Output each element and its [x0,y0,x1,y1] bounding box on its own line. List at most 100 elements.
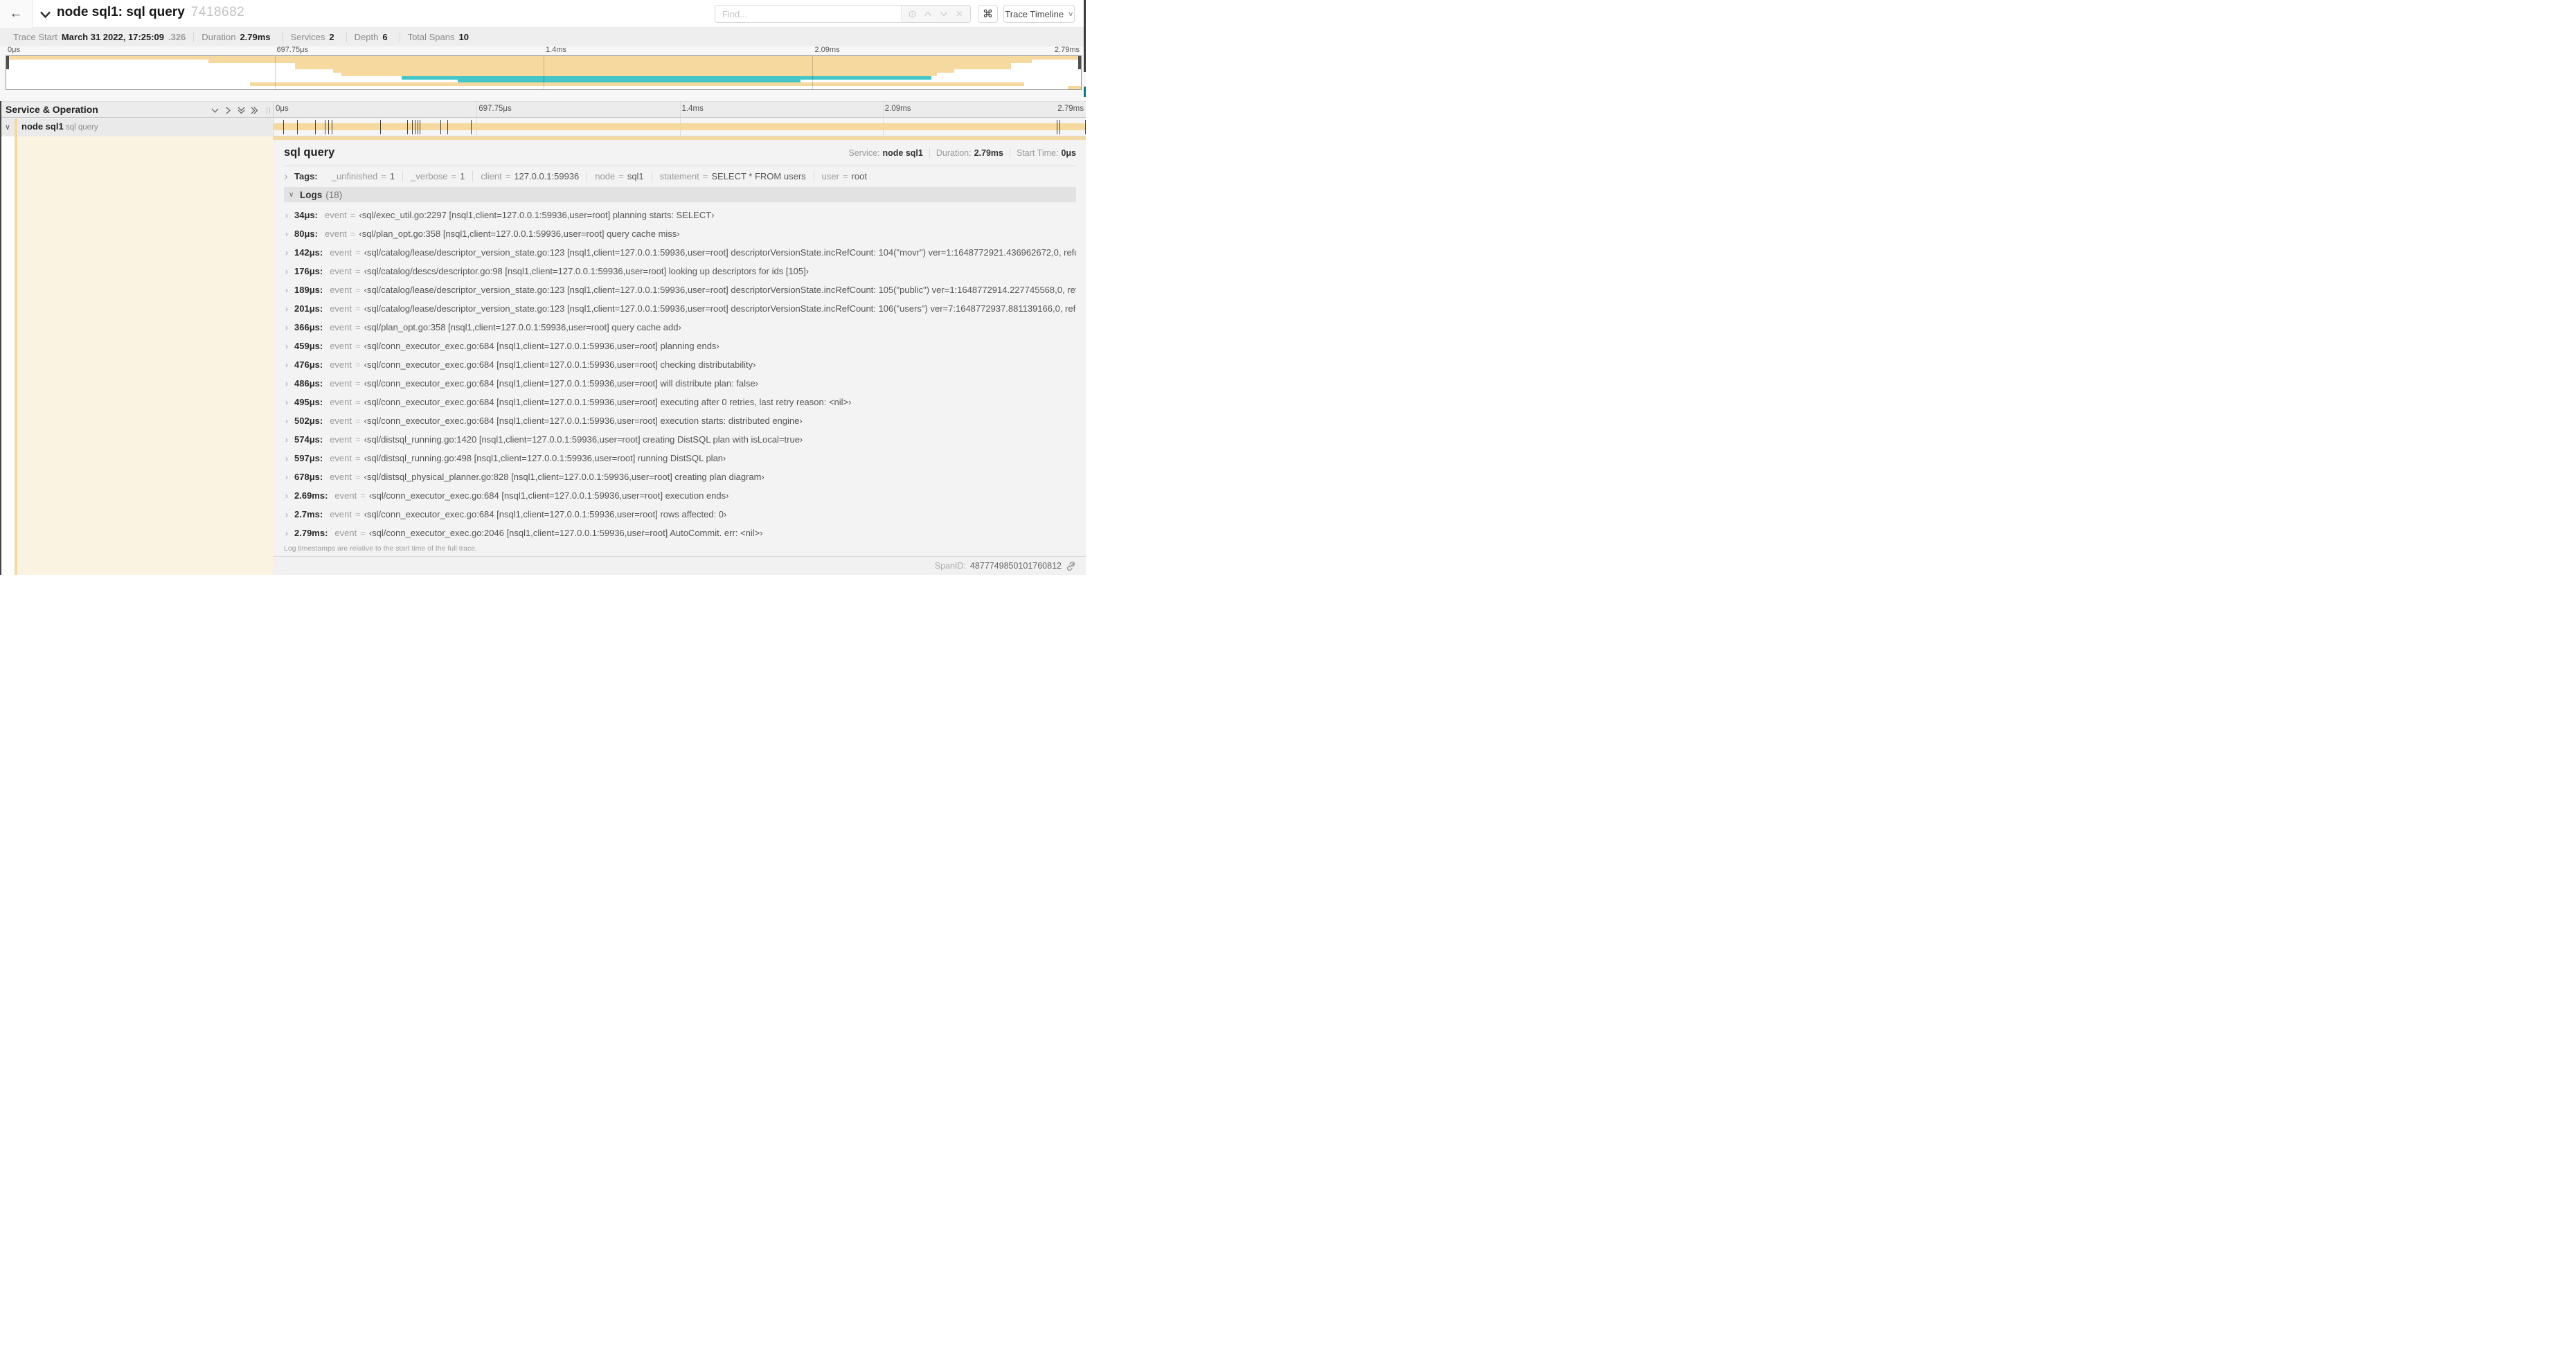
log-field-value: ‹sql/distsql_running.go:498 [nsql1,clien… [364,453,726,463]
log-field-value: ‹sql/plan_opt.go:358 [nsql1,client=127.0… [364,322,681,332]
log-tick [406,120,408,134]
find-input[interactable] [715,6,901,22]
log-entry-row[interactable]: › 574μs: event = ‹sql/distsql_running.go… [284,430,1076,449]
chevron-down-icon[interactable]: ∨ [5,123,10,132]
chevron-right-icon: › [285,490,288,501]
chevron-right-icon: › [285,434,288,445]
trace-collapse-chevron[interactable] [39,10,51,22]
equals-sign: = [350,229,356,239]
tag-key: statement [659,171,699,181]
log-field-key: event [330,416,352,426]
chevron-down-icon [40,11,51,19]
chevron-right-icon: › [285,472,288,482]
log-timestamp: 476μs: [294,359,323,370]
logs-accordion-header[interactable]: ∨ Logs (18) [284,187,1076,202]
log-entry-row[interactable]: › 2.7ms: event = ‹sql/conn_executor_exec… [284,505,1076,524]
tag-item: statement = SELECT * FROM users [651,171,814,181]
minimap-left-scrubber-handle[interactable] [6,56,9,69]
expand-one-button[interactable] [223,105,233,115]
chevron-right-icon: › [285,397,288,407]
service-value: node sql1 [882,148,923,158]
log-entry-row[interactable]: › 459μs: event = ‹sql/conn_executor_exec… [284,337,1076,355]
tag-item: _verbose = 1 [402,171,472,181]
span-overview-info: Service: node sql1 Duration: 2.79ms Start … [848,148,1076,158]
expand-all-button[interactable] [249,105,259,115]
deep-link-icon[interactable] [1066,561,1076,571]
log-entry-row[interactable]: › 176μs: event = ‹sql/catalog/descs/desc… [284,262,1076,280]
log-field-key: event [330,247,352,258]
trace-meta-item: Duration 2.79ms [194,32,283,42]
log-entry-row[interactable]: › 34μs: event = ‹sql/exec_util.go:2297 [… [284,206,1076,224]
equals-sign: = [355,509,361,519]
find-next-icon[interactable] [939,9,949,19]
view-selector-button[interactable]: Trace Timeline ∨ [1003,5,1075,23]
equals-sign: = [355,247,361,258]
collapse-all-button[interactable] [236,105,246,115]
log-entry-row[interactable]: › 366μs: event = ‹sql/plan_opt.go:358 [n… [284,318,1076,337]
log-timestamp: 2.69ms: [294,490,328,501]
equals-sign: = [702,171,708,181]
start-time-value: 0μs [1061,148,1076,158]
span-row-label-cell[interactable]: ∨ node sql1 sql query [0,118,273,136]
chevron-right-icon: › [285,416,288,426]
span-row-timeline-cell[interactable] [273,118,1086,136]
tags-accordion[interactable]: › Tags: _unfinished = 1 _verbose = 1 client =… [284,166,1076,186]
log-timestamp: 2.7ms: [294,509,323,519]
collapse-one-button[interactable] [210,105,220,115]
tags-label: Tags: [294,171,318,181]
log-entry-row[interactable]: › 476μs: event = ‹sql/conn_executor_exec… [284,355,1076,374]
back-button[interactable]: ← [0,0,33,28]
equals-sign: = [355,359,361,370]
ruler-tick-label: 2.09ms [884,105,911,113]
log-entry-row[interactable]: › 495μs: event = ‹sql/conn_executor_exec… [284,393,1076,411]
log-entry-row[interactable]: › 80μs: event = ‹sql/plan_opt.go:358 [ns… [284,224,1076,243]
minimap-gridlines [6,56,1081,89]
log-entry-row[interactable]: › 189μs: event = ‹sql/catalog/lease/desc… [284,280,1076,299]
log-field-key: event [330,303,352,314]
log-entry-row[interactable]: › 678μs: event = ‹sql/distsql_physical_p… [284,467,1076,486]
log-field-value: ‹sql/conn_executor_exec.go:684 [nsql1,cl… [364,341,719,351]
divider [929,148,930,158]
service-info: Service: node sql1 [848,148,923,158]
log-timestamp: 2.79ms: [294,528,328,538]
chevron-right-icon: › [285,171,288,181]
chevron-right-icon: › [285,528,288,538]
log-field-key: event [324,210,347,220]
log-timestamp: 201μs: [294,303,323,314]
minimap-tick-label: 1.4ms [546,46,566,54]
log-entry-row[interactable]: › 142μs: event = ‹sql/catalog/lease/desc… [284,243,1076,262]
log-field-value: ‹sql/conn_executor_exec.go:2046 [nsql1,c… [368,528,763,538]
chevron-right-icon: › [285,266,288,276]
trace-meta-item: Services 2 [283,32,347,42]
timeline-ruler: 0μs 697.75μs 1.4ms 2.09ms 2.79ms [273,102,1086,117]
span-id-label: SpanID: [934,561,966,571]
trace-meta-item: Trace Start March 31 2022, 17:25:09 .326 [6,32,195,42]
log-timestamp: 366μs: [294,322,323,332]
minimap-right-scrubber-handle[interactable] [1078,56,1081,69]
log-entry-row[interactable]: › 201μs: event = ‹sql/catalog/lease/desc… [284,299,1076,318]
tag-value: sql1 [627,171,644,181]
column-resizer-grip[interactable] [267,107,270,114]
log-entry-row[interactable]: › 502μs: event = ‹sql/conn_executor_exec… [284,411,1076,430]
equals-sign: = [355,472,361,482]
log-field-value: ‹sql/conn_executor_exec.go:684 [nsql1,cl… [364,416,803,426]
log-entry-row[interactable]: › 2.69ms: event = ‹sql/conn_executor_exe… [284,486,1076,505]
log-entry-row[interactable]: › 486μs: event = ‹sql/conn_executor_exec… [284,374,1076,393]
log-field-key: event [330,453,352,463]
trace-minimap[interactable] [6,55,1082,90]
duration-info: Duration: 2.79ms [936,148,1003,158]
keyboard-shortcuts-button[interactable]: ⌘ [978,5,998,23]
equals-sign: = [505,171,511,181]
equals-sign: = [355,397,361,407]
trace-meta-item: Total Spans 10 [400,32,481,42]
log-field-value: ‹sql/catalog/descs/descriptor.go:98 [nsq… [364,266,810,276]
minimap-tick-label: 0μs [8,46,20,54]
find-clear-icon[interactable]: ✕ [954,9,964,19]
find-prev-icon[interactable] [923,9,933,19]
focus-target-icon[interactable] [908,9,918,19]
find-box: ✕ [715,5,971,23]
equals-sign: = [355,416,361,426]
equals-sign: = [355,434,361,445]
log-entry-row[interactable]: › 2.79ms: event = ‹sql/conn_executor_exe… [284,524,1076,542]
log-entry-row[interactable]: › 597μs: event = ‹sql/distsql_running.go… [284,449,1076,467]
